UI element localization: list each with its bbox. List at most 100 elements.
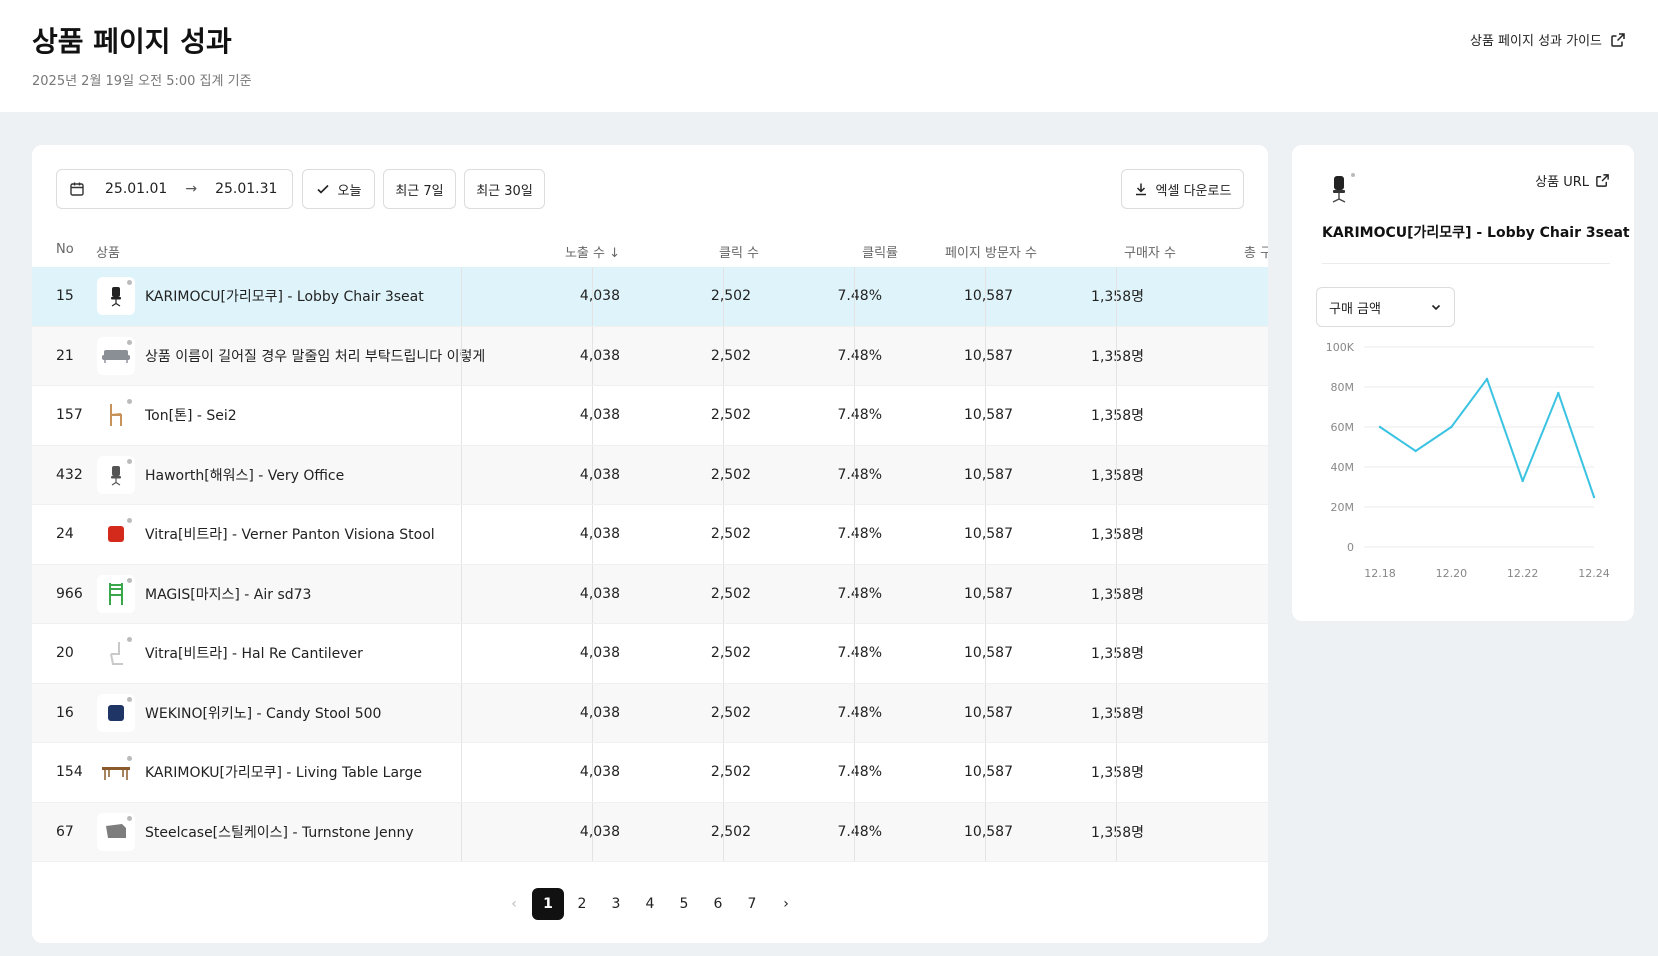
product-name[interactable]: Vitra[비트라] - Hal Re Cantilever bbox=[145, 624, 485, 683]
row-no: 24 bbox=[56, 526, 74, 543]
table-row[interactable]: 15 KARIMOCU[가리모쿠] - Lobby Chair 3seat 4,03… bbox=[32, 267, 1268, 327]
column-divider bbox=[1116, 386, 1117, 445]
column-divider bbox=[1116, 743, 1117, 802]
row-no: 21 bbox=[56, 347, 74, 364]
chevron-right-icon[interactable]: › bbox=[770, 888, 802, 920]
cantilever-chair-icon bbox=[105, 640, 127, 666]
product-name[interactable]: WEKINO[위키노] - Candy Stool 500 bbox=[145, 684, 485, 743]
product-thumbnail bbox=[96, 684, 136, 743]
chevron-left-icon[interactable]: ‹ bbox=[498, 888, 530, 920]
col-impressions-sort[interactable]: 노출 수 ↓ bbox=[565, 242, 620, 261]
table-row[interactable]: 966 MAGIS[마지스] - Air sd73 4,038 2,502 7.48% 1… bbox=[32, 564, 1268, 624]
table-row[interactable]: 16 WEKINO[위키노] - Candy Stool 500 4,038 2,50… bbox=[32, 683, 1268, 743]
metric-select-value: 구매 금액 bbox=[1329, 301, 1381, 317]
excel-download-label: 엑셀 다운로드 bbox=[1155, 183, 1232, 199]
thumbnail-frame bbox=[97, 574, 135, 613]
divider bbox=[1322, 263, 1610, 264]
table-row[interactable]: 20 Vitra[비트라] - Hal Re Cantilever 4,038 2,5… bbox=[32, 624, 1268, 684]
y-tick-label: 40M bbox=[1331, 461, 1355, 474]
cell-buyers: 1,358명 bbox=[1091, 824, 1144, 841]
today-button[interactable]: 오늘 bbox=[302, 169, 375, 209]
column-divider bbox=[592, 564, 593, 623]
page-6[interactable]: 6 bbox=[702, 888, 734, 920]
date-range-picker[interactable]: 25.01.01 → 25.01.31 bbox=[56, 169, 293, 209]
cell-ctr: 7.48% bbox=[837, 645, 882, 662]
stool-icon bbox=[105, 523, 127, 545]
purchase-amount-chart: 0 20M 40M 60M 80M 100K 12.18 12.20 12.22 12.24 bbox=[1326, 341, 1610, 580]
cell-ctr: 7.48% bbox=[837, 466, 882, 483]
column-divider bbox=[461, 683, 462, 742]
cell-buyers: 1,358명 bbox=[1091, 408, 1144, 425]
product-url-label: 상품 URL bbox=[1535, 175, 1589, 190]
cell-clicks: 2,502 bbox=[710, 466, 751, 483]
x-tick-label: 12.24 bbox=[1578, 567, 1610, 580]
column-divider bbox=[461, 326, 462, 385]
product-name[interactable]: MAGIS[마지스] - Air sd73 bbox=[145, 565, 485, 624]
product-name[interactable]: Steelcase[스틸케이스] - Turnstone Jenny bbox=[145, 803, 485, 862]
page-header: 상품 페이지 성과 2025년 2월 19일 오전 5:00 집계 기준 상품 … bbox=[0, 0, 1658, 112]
last-7-days-button[interactable]: 최근 7일 bbox=[383, 169, 456, 209]
cell-ctr: 7.48% bbox=[837, 347, 882, 364]
row-no: 20 bbox=[56, 645, 74, 662]
table-row[interactable]: 67 Steelcase[스틸케이스] - Turnstone Jenny 4,03… bbox=[32, 802, 1268, 862]
column-divider bbox=[723, 386, 724, 445]
product-name[interactable]: KARIMOKU[가리모쿠] - Living Table Large bbox=[145, 743, 485, 802]
page-2[interactable]: 2 bbox=[566, 888, 598, 920]
column-divider bbox=[592, 445, 593, 504]
product-name[interactable]: Vitra[비트라] - Verner Panton Visiona Stool bbox=[145, 505, 485, 564]
col-ctr: 클릭률 bbox=[862, 246, 898, 261]
cell-visitors: 10,587 bbox=[964, 585, 1013, 602]
column-divider bbox=[854, 386, 855, 445]
cell-clicks: 2,502 bbox=[710, 764, 751, 781]
column-divider bbox=[985, 743, 986, 802]
product-name[interactable]: KARIMOCU[가리모쿠] - Lobby Chair 3seat bbox=[145, 267, 485, 326]
page-7[interactable]: 7 bbox=[736, 888, 768, 920]
column-divider bbox=[461, 267, 462, 326]
table-row[interactable]: 24 Vitra[비트라] - Verner Panton Visiona Sto… bbox=[32, 505, 1268, 565]
product-name[interactable]: Ton[톤] - Sei2 bbox=[145, 386, 485, 445]
status-dot bbox=[127, 339, 132, 345]
column-divider bbox=[592, 683, 593, 742]
excel-download-button[interactable]: 엑셀 다운로드 bbox=[1121, 169, 1244, 209]
thumbnail-frame bbox=[97, 693, 135, 732]
table-body: 15 KARIMOCU[가리모쿠] - Lobby Chair 3seat 4,03… bbox=[32, 267, 1268, 862]
page-1[interactable]: 1 bbox=[532, 888, 564, 920]
page-5[interactable]: 5 bbox=[668, 888, 700, 920]
product-name[interactable]: 상품 이름이 길어질 경우 말줄임 처리 부탁드립니다 이렇게요... bbox=[145, 327, 485, 386]
office-chair-icon bbox=[1332, 173, 1355, 203]
page-subtitle: 2025년 2월 19일 오전 5:00 집계 기준 bbox=[32, 74, 252, 89]
status-dot bbox=[127, 399, 132, 405]
cell-impressions: 4,038 bbox=[579, 526, 620, 543]
column-divider bbox=[723, 564, 724, 623]
row-no: 157 bbox=[56, 407, 83, 424]
table-row[interactable]: 21 상품 이름이 길어질 경우 말줄임 처리 부탁드립니다 이렇게요... 4,0… bbox=[32, 326, 1268, 386]
table-row[interactable]: 154 KARIMOKU[가리모쿠] - Living Table Large 4,… bbox=[32, 743, 1268, 803]
table-row[interactable]: 157 Ton[톤] - Sei2 4,038 2,502 7.48% 10,587 1,3… bbox=[32, 386, 1268, 446]
data-point bbox=[1450, 425, 1453, 429]
column-divider bbox=[723, 802, 724, 861]
metric-select[interactable]: 구매 금액 bbox=[1316, 287, 1455, 327]
cell-buyers: 1,358명 bbox=[1091, 705, 1144, 722]
page-3[interactable]: 3 bbox=[600, 888, 632, 920]
cell-clicks: 2,502 bbox=[710, 823, 751, 840]
x-tick-label: 12.20 bbox=[1436, 567, 1468, 580]
guide-link[interactable]: 상품 페이지 성과 가이드 bbox=[1470, 30, 1626, 49]
column-divider bbox=[1116, 564, 1117, 623]
col-visitors: 페이지 방문자 수 bbox=[945, 246, 1037, 261]
product-url-link[interactable]: 상품 URL bbox=[1535, 171, 1610, 190]
page-4[interactable]: 4 bbox=[634, 888, 666, 920]
data-point bbox=[1414, 449, 1417, 453]
side-product-name: KARIMOCU[가리모쿠] - Lobby Chair 3seat bbox=[1322, 225, 1630, 241]
thumbnail-frame bbox=[97, 812, 135, 851]
cell-clicks: 2,502 bbox=[710, 585, 751, 602]
status-dot bbox=[127, 458, 132, 464]
product-name[interactable]: Haworth[해워스] - Very Office bbox=[145, 446, 485, 505]
table-row[interactable]: 432 Haworth[해워스] - Very Office 4,038 2,502 7… bbox=[32, 445, 1268, 505]
data-point bbox=[1557, 391, 1560, 395]
sofa-icon bbox=[101, 346, 131, 366]
last-30-days-button[interactable]: 최근 30일 bbox=[464, 169, 545, 209]
column-divider bbox=[723, 624, 724, 683]
column-divider bbox=[461, 445, 462, 504]
cell-visitors: 10,587 bbox=[964, 288, 1013, 305]
product-thumbnail bbox=[96, 446, 136, 505]
